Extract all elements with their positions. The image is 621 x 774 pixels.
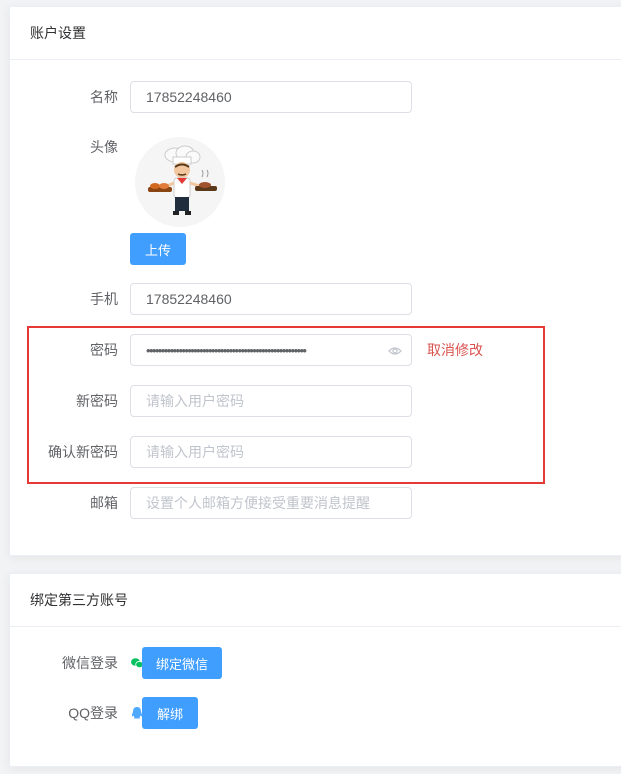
new-password-placeholder: 请输入用户密码 [146,393,244,409]
email-label: 邮箱 [90,495,118,511]
cancel-edit-link[interactable]: 取消修改 [427,340,483,360]
new-password-label: 新密码 [76,393,118,409]
password-mask: ••••••••••••••••••••••••••••••••••••••••… [146,342,307,358]
name-input[interactable]: 17852248460 [130,81,412,113]
password-label: 密码 [90,342,118,358]
wechat-row: 微信登录 绑定微信 [10,647,222,679]
confirm-password-placeholder: 请输入用户密码 [146,444,244,460]
wechat-label: 微信登录 [62,655,118,671]
avatar-label: 头像 [90,139,118,155]
unbind-qq-button[interactable]: 解绑 [142,697,198,729]
chef-avatar [135,137,225,227]
qq-label: QQ登录 [68,705,118,721]
email-input[interactable]: 设置个人邮箱方便接受重要消息提醒 [130,487,412,519]
email-placeholder: 设置个人邮箱方便接受重要消息提醒 [146,495,370,511]
new-password-input[interactable]: 请输入用户密码 [130,385,412,417]
eye-icon[interactable] [388,344,402,358]
password-row: 密码 •••••••••••••••••••••••••••••••••••••… [10,334,621,366]
new-password-row: 新密码 请输入用户密码 [10,385,621,417]
confirm-password-input[interactable]: 请输入用户密码 [130,436,412,468]
third-party-header: 绑定第三方账号 [10,574,621,627]
phone-label: 手机 [90,291,118,307]
confirm-password-label: 确认新密码 [48,444,118,460]
qq-row: QQ登录 解绑 [10,697,198,729]
name-row: 名称 17852248460 [10,81,621,113]
confirm-password-row: 确认新密码 请输入用户密码 [10,436,621,468]
account-settings-card: 账户设置 名称 17852248460 头像 上传 手机 17852248460… [9,6,621,556]
email-row: 邮箱 设置个人邮箱方便接受重要消息提醒 [10,487,621,519]
avatar-row: 头像 [10,131,621,163]
phone-value: 17852248460 [146,291,232,307]
password-input[interactable]: ••••••••••••••••••••••••••••••••••••••••… [130,334,412,366]
bind-wechat-button[interactable]: 绑定微信 [142,647,222,679]
name-label: 名称 [90,89,118,105]
third-party-bind-card: 绑定第三方账号 微信登录 绑定微信 QQ登录 解绑 [9,573,621,767]
upload-button[interactable]: 上传 [130,233,186,265]
phone-row: 手机 17852248460 [10,283,621,315]
account-settings-header: 账户设置 [10,7,621,60]
name-value: 17852248460 [146,89,232,105]
phone-input[interactable]: 17852248460 [130,283,412,315]
